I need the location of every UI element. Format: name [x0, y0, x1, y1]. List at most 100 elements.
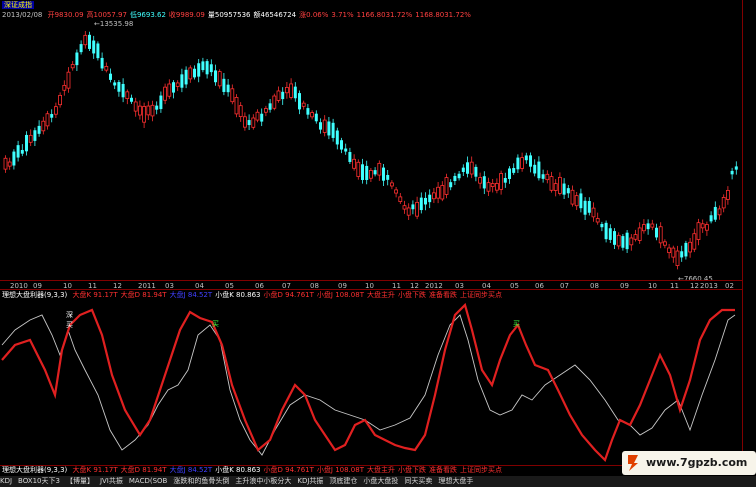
indicator-tab[interactable]: 顶底建仓 [329, 477, 357, 485]
candle-body [322, 119, 327, 133]
candlestick-chart[interactable] [0, 20, 742, 278]
signal-label-4: 买 [513, 320, 520, 328]
candle-body [616, 234, 621, 247]
candle-body [541, 174, 545, 179]
candle-body [389, 182, 394, 187]
candle-body [713, 206, 717, 220]
bottom-indicator-name: 理想大盘利器(9,3,3) [2, 466, 68, 474]
candle-body [188, 67, 193, 80]
candle-body [553, 183, 558, 191]
candle-body [717, 208, 722, 216]
indicator-header[interactable]: 理想大盘利器(9,3,3) 大盘K 91.17T 大盘D 81.94T 大盘J 84… [2, 291, 502, 300]
indicator-tab[interactable]: 小盘大盘投 [363, 477, 398, 485]
candle-body [537, 161, 541, 179]
candle-body [444, 177, 449, 195]
candle-body [155, 105, 159, 110]
candle-body [520, 157, 524, 169]
candle-body [705, 224, 709, 231]
candle-body [272, 95, 277, 109]
candle-body [314, 113, 318, 122]
indicator-tab[interactable]: 【博量】 [66, 477, 94, 485]
indicator-values: 大盘K 91.17T 大盘D 81.94T 大盘J 84.52T 小盘K 80.863… [70, 291, 502, 299]
indicator-value: 小盘K 80.863 [215, 291, 261, 299]
candle-body [549, 176, 554, 191]
candle-body [570, 189, 575, 205]
candle-body [130, 97, 133, 102]
quote-field: 额46546724 [253, 11, 297, 19]
candle-body [566, 188, 570, 194]
candle-body [230, 88, 235, 103]
candle-body [621, 236, 625, 248]
indicator-value: 小盘D 94.761T [263, 291, 314, 299]
candle-body [579, 193, 583, 209]
candle-body [306, 108, 310, 115]
candle-body [113, 82, 117, 86]
candle-body [415, 201, 420, 217]
index-title[interactable]: 深证成指 [2, 1, 34, 9]
candle-body [327, 121, 331, 136]
candle-body [100, 57, 104, 69]
indicator-tab[interactable]: BOX10天下3 [18, 477, 60, 485]
candle-body [709, 215, 713, 222]
indicator-tab[interactable]: KDJ共振 [297, 477, 323, 485]
candle-body [159, 95, 163, 110]
candle-body [637, 227, 642, 241]
quote-date: 2013/02/08 [2, 11, 43, 19]
candle-body [558, 176, 562, 194]
candle-body [268, 103, 272, 110]
candle-body [88, 34, 91, 49]
chart-title-bar: 深证成指 [2, 1, 34, 10]
candle-body [419, 197, 423, 211]
candle-body [650, 223, 655, 228]
candle-body [137, 105, 142, 116]
indicator-tab[interactable]: JVI共振 [100, 477, 123, 485]
quote-field: 开9830.09 [47, 11, 84, 19]
candle-body [696, 222, 701, 240]
candle-body [96, 43, 100, 59]
candle-body [133, 101, 138, 112]
candle-body [260, 113, 264, 122]
candle-body [50, 114, 54, 118]
candle-body [499, 173, 504, 190]
candle-body [428, 194, 432, 203]
candle-body [25, 134, 28, 152]
candle-body [45, 113, 50, 127]
candle-body [625, 232, 629, 250]
bottom-indicator-header[interactable]: 理想大盘利器(9,3,3) 大盘K 91.17T 大盘D 81.94T 大盘J 84… [2, 466, 502, 475]
indicator-value: 大盘主升 [366, 291, 395, 299]
candle-body [193, 68, 196, 78]
candle-body [411, 204, 415, 210]
indicator-tab[interactable]: 涨跌和的鱼骨头倒 [173, 477, 229, 485]
indicator-tab[interactable]: 理想大盘手 [438, 477, 473, 485]
candle-body [587, 201, 591, 213]
indicator-value: 小盘下跌 [397, 466, 426, 474]
indicator-tab[interactable]: 主升浪中小板分大 [235, 477, 291, 485]
candle-body [214, 70, 217, 83]
candle-body [386, 174, 390, 180]
indicator-value: 大盘D 81.94T [120, 291, 167, 299]
candle-body [394, 189, 399, 194]
candle-body [335, 130, 339, 145]
indicator-tab[interactable]: 同天买卖 [404, 477, 432, 485]
candle-body [242, 116, 247, 128]
oscillator-chart[interactable] [0, 300, 742, 465]
candle-body [591, 207, 596, 218]
indicator-tab[interactable]: KDJ [0, 477, 12, 485]
candle-body [62, 84, 67, 91]
indicator-value: 大盘K 91.17T [72, 291, 118, 299]
candle-body [613, 231, 616, 245]
candle-body [516, 157, 520, 170]
indicator-tab[interactable]: MACD(SOB [129, 477, 167, 485]
candle-body [319, 122, 322, 130]
indicator-value: 准备看跌 [428, 466, 457, 474]
candle-body [642, 224, 646, 232]
candle-body [121, 83, 125, 98]
candle-body [301, 102, 306, 107]
candle-body [461, 167, 465, 172]
candle-body [298, 93, 301, 110]
candle-body [180, 74, 184, 88]
candle-body [663, 241, 667, 246]
candle-body [524, 155, 528, 161]
candle-body [486, 182, 491, 192]
candle-body [478, 177, 483, 184]
